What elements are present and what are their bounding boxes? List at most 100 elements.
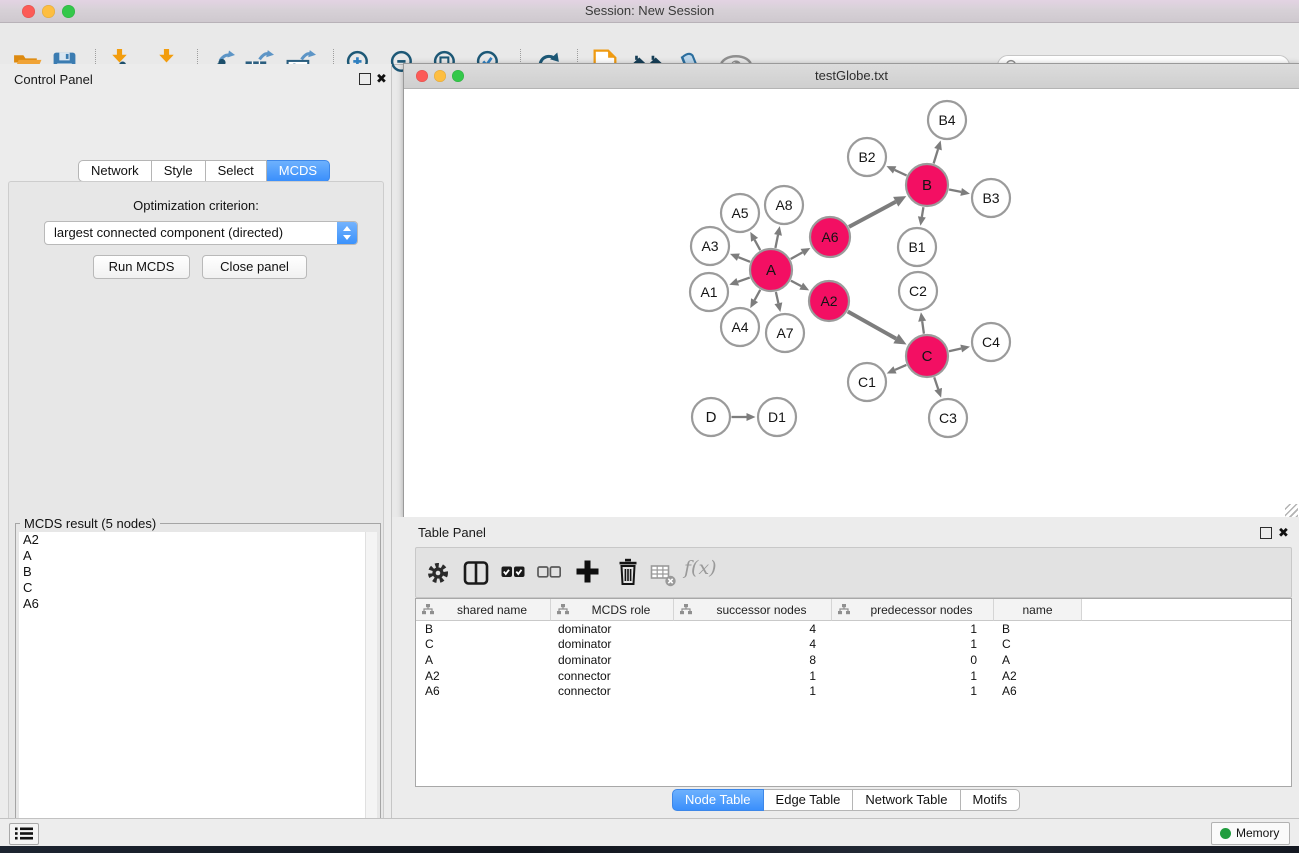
network-window-titlebar[interactable]: testGlobe.txt <box>404 64 1299 89</box>
network-canvas[interactable]: B4B2BB3B1A5A8A6A3AA1C2A2A4A7C4CC1C3DD1 <box>404 89 1297 517</box>
table-panel: Table Panel ✖ f(x) shared nameMCDS roles… <box>392 517 1299 818</box>
tab-network-table[interactable]: Network Table <box>853 789 960 811</box>
create-column-plus-icon[interactable] <box>574 558 601 590</box>
node-label-B1: B1 <box>908 239 925 255</box>
close-panel-button[interactable]: Close panel <box>202 255 307 279</box>
table-header-row: shared nameMCDS rolesuccessor nodesprede… <box>416 599 1291 621</box>
task-history-button[interactable] <box>9 823 39 845</box>
table-close-icon[interactable]: ✖ <box>1278 526 1289 539</box>
edge-B-B2[interactable] <box>895 170 907 176</box>
table-cell: dominator <box>550 653 672 667</box>
table-cell: 1 <box>829 637 990 651</box>
tab-network[interactable]: Network <box>78 160 152 182</box>
select-stepper-icon <box>337 222 357 244</box>
table-row[interactable]: Bdominator41B <box>416 621 1291 637</box>
edge-C-C4[interactable] <box>949 349 961 352</box>
node-label-C: C <box>922 348 933 365</box>
edge-A2-C[interactable] <box>848 312 896 339</box>
delete-table-icon[interactable] <box>650 564 677 593</box>
node-table: shared nameMCDS rolesuccessor nodesprede… <box>415 598 1292 787</box>
table-cell: A <box>416 653 550 667</box>
select-all-columns-icon[interactable] <box>501 565 525 584</box>
control-panel-tabs: NetworkStyleSelectMCDS <box>78 160 330 182</box>
mcds-result-item[interactable]: C <box>19 580 366 596</box>
mcds-result-item[interactable]: A2 <box>19 532 366 548</box>
node-label-C2: C2 <box>909 283 927 299</box>
table-row[interactable]: A2connector11A2 <box>416 668 1291 684</box>
table-cell: A6 <box>416 684 550 698</box>
mcds-result-scrollbar[interactable] <box>365 532 377 853</box>
mcds-result-item[interactable]: B <box>19 564 366 580</box>
edge-A-A3[interactable] <box>738 257 750 262</box>
optimization-criterion-label: Optimization criterion: <box>9 198 383 213</box>
run-mcds-button[interactable]: Run MCDS <box>93 255 190 279</box>
column-header-MCDS-role[interactable]: MCDS role <box>551 599 674 621</box>
optimization-criterion-select[interactable]: largest connected component (directed) <box>44 221 358 245</box>
edge-B-B3[interactable] <box>949 189 961 191</box>
session-title: Session: New Session <box>0 0 1299 22</box>
delete-column-trash-icon[interactable] <box>615 557 641 591</box>
edge-arrow-icon <box>934 141 942 151</box>
node-label-A5: A5 <box>731 205 748 221</box>
edge-A-A6[interactable] <box>791 252 803 259</box>
table-row[interactable]: Adominator80A <box>416 652 1291 668</box>
mcds-result-item[interactable]: A6 <box>19 596 366 612</box>
edge-C-C1[interactable] <box>895 365 906 370</box>
edge-arrow-icon <box>960 188 970 196</box>
tab-node-table[interactable]: Node Table <box>672 789 764 811</box>
edge-C-C3[interactable] <box>934 377 938 389</box>
table-panel-title: Table Panel <box>418 525 486 540</box>
table-cell: A2 <box>990 669 1077 683</box>
column-header-name[interactable]: name <box>994 599 1082 621</box>
tab-mcds[interactable]: MCDS <box>267 160 330 182</box>
edge-A-A7[interactable] <box>776 292 779 303</box>
table-float-icon[interactable] <box>1260 527 1272 539</box>
table-cell: dominator <box>550 622 672 636</box>
float-panel-icon[interactable] <box>359 73 371 85</box>
edge-A-A2[interactable] <box>791 281 801 287</box>
edge-B-B4[interactable] <box>934 149 938 163</box>
control-panel: Control Panel ✖ NetworkStyleSelectMCDS O… <box>0 64 392 818</box>
table-row[interactable]: Cdominator41C <box>416 637 1291 653</box>
table-cell: 1 <box>829 684 990 698</box>
column-header-shared-name[interactable]: shared name <box>416 599 551 621</box>
node-label-D1: D1 <box>768 409 786 425</box>
node-label-B4: B4 <box>938 112 955 128</box>
edge-A6-B[interactable] <box>849 202 896 227</box>
tab-motifs[interactable]: Motifs <box>961 789 1021 811</box>
tab-style[interactable]: Style <box>152 160 206 182</box>
close-panel-icon[interactable]: ✖ <box>376 72 387 85</box>
table-cell: connector <box>550 684 672 698</box>
deselect-all-columns-icon[interactable] <box>537 565 561 584</box>
resize-grip-icon[interactable] <box>1285 504 1298 517</box>
column-header-predecessor-nodes[interactable]: predecessor nodes <box>832 599 994 621</box>
attribute-icon <box>422 604 434 615</box>
edge-B-B1[interactable] <box>922 207 924 217</box>
app-titlebar: Session: New Session <box>0 0 1299 23</box>
show-column-panel-icon[interactable] <box>462 559 490 592</box>
status-bar: Memory <box>0 818 1299 846</box>
memory-button[interactable]: Memory <box>1211 822 1290 845</box>
column-header-successor-nodes[interactable]: successor nodes <box>674 599 832 621</box>
edge-A-A8[interactable] <box>775 235 778 248</box>
node-label-B3: B3 <box>982 190 999 206</box>
tab-select[interactable]: Select <box>206 160 267 182</box>
optimization-criterion-value: largest connected component (directed) <box>54 222 283 244</box>
edge-A-A4[interactable] <box>755 290 761 300</box>
edge-A-A1[interactable] <box>738 278 750 282</box>
node-label-A3: A3 <box>701 238 718 254</box>
table-cell: A6 <box>990 684 1077 698</box>
edge-arrow-icon <box>774 302 782 312</box>
mcds-result-item[interactable]: A <box>19 548 366 564</box>
table-settings-gear-icon[interactable] <box>424 559 452 592</box>
node-label-C3: C3 <box>939 410 957 426</box>
function-builder-icon[interactable]: f(x) <box>684 557 717 579</box>
table-row[interactable]: A6connector11A6 <box>416 683 1291 699</box>
table-body: Bdominator41BCdominator41CAdominator80AA… <box>416 621 1291 699</box>
node-label-A8: A8 <box>775 197 792 213</box>
tab-edge-table[interactable]: Edge Table <box>764 789 854 811</box>
mcds-panel: Optimization criterion: largest connecte… <box>8 181 384 853</box>
edge-A-A5[interactable] <box>755 240 761 250</box>
edge-C-C2[interactable] <box>922 321 924 334</box>
attribute-icon <box>838 604 850 615</box>
